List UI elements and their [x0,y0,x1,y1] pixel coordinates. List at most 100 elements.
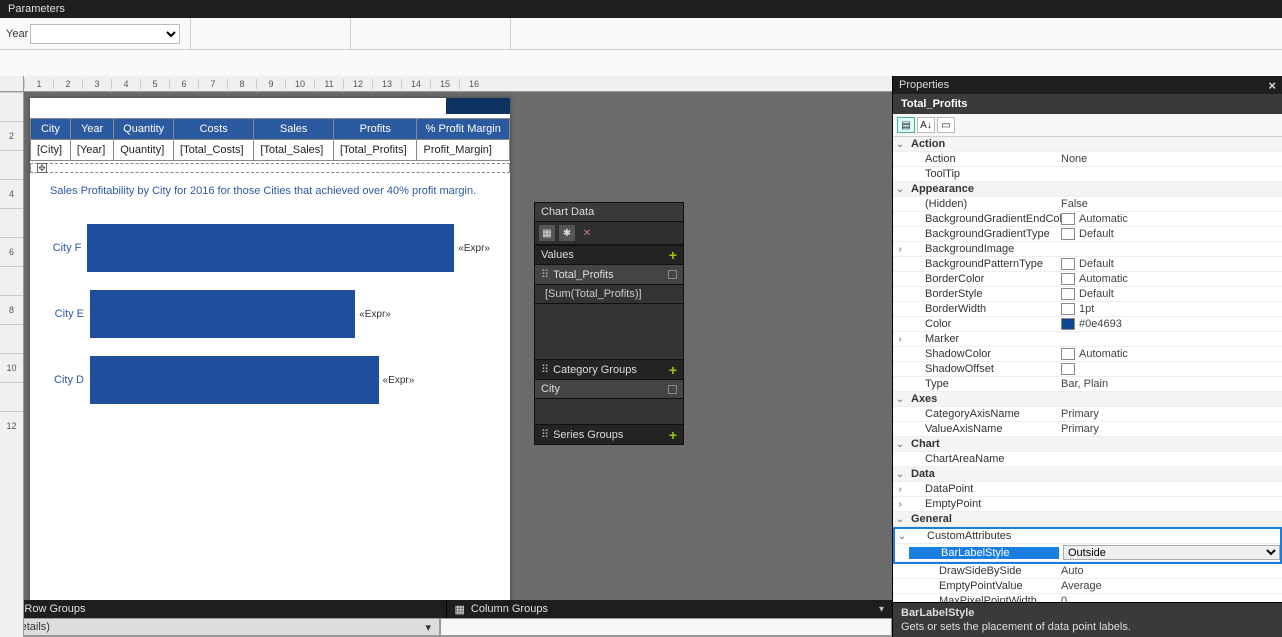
chart-bar[interactable] [90,356,379,404]
row-group-details[interactable]: (Details) ▾ [0,618,440,636]
add-category-icon[interactable]: + [669,365,677,375]
property-value[interactable]: Automatic [1057,213,1282,225]
move-grip-icon[interactable]: ✥ [37,163,47,173]
alphabetical-view-icon[interactable]: A↓ [917,117,935,133]
property-row[interactable]: ChartAreaName [893,452,1282,467]
chart-bar[interactable] [87,224,454,272]
property-value[interactable]: Default [1057,258,1282,270]
chart-data-delete-icon[interactable]: ✕ [579,225,595,241]
property-value[interactable]: Primary [1057,408,1282,420]
property-row[interactable]: EmptyPointValueAverage [893,579,1282,594]
property-value[interactable]: Auto [1057,565,1282,577]
add-series-icon[interactable]: + [669,430,677,440]
chart-data-gear-icon[interactable]: ✱ [559,225,575,241]
column-header[interactable]: Sales [254,119,334,140]
property-value[interactable]: Automatic [1057,273,1282,285]
column-header[interactable]: Costs [174,119,254,140]
property-row[interactable]: ValueAxisNamePrimary [893,422,1282,437]
categorized-view-icon[interactable]: ▤ [897,117,915,133]
bar-chart[interactable]: City F«Expr»City E«Expr»City D«Expr» [30,203,510,437]
report-body[interactable]: CityYearQuantityCostsSalesProfits% Profi… [30,98,510,637]
property-row[interactable]: MaxPixelPointWidth0 [893,594,1282,602]
column-header[interactable]: % Profit Margin [417,119,510,140]
expand-icon[interactable]: › [893,484,907,495]
collapse-icon[interactable]: ⌄ [893,184,907,195]
property-category[interactable]: ⌄Chart [893,437,1282,452]
property-row[interactable]: BorderStyleDefault [893,287,1282,302]
property-category[interactable]: ⌄Data [893,467,1282,482]
tablix-resize-handle[interactable]: ✥ [30,163,510,173]
collapse-icon[interactable]: ⌄ [893,139,907,150]
property-value[interactable]: 0 [1057,595,1282,602]
chart-bar-row[interactable]: City E«Expr» [90,285,490,343]
property-row[interactable]: BackgroundPatternTypeDefault [893,257,1282,272]
property-row[interactable]: ›DataPoint [893,482,1282,497]
column-header[interactable]: Year [70,119,113,140]
property-row[interactable]: ToolTip [893,167,1282,182]
collapse-icon[interactable]: ⌄ [893,469,907,480]
table-cell[interactable]: Quantity] [114,140,174,161]
property-row[interactable]: ›EmptyPoint [893,497,1282,512]
property-row[interactable]: ActionNone [893,152,1282,167]
chart-bar[interactable] [90,290,355,338]
property-category[interactable]: ⌄General [893,512,1282,527]
expand-icon[interactable]: › [893,334,907,345]
table-cell[interactable]: [City] [31,140,71,161]
property-value[interactable]: None [1057,153,1282,165]
chevron-down-icon[interactable]: ▾ [879,604,884,615]
table-cell[interactable]: [Total_Costs] [174,140,254,161]
tablix[interactable]: CityYearQuantityCostsSalesProfits% Profi… [30,118,510,161]
property-category[interactable]: ⌄Action [893,137,1282,152]
property-row[interactable]: CategoryAxisNamePrimary [893,407,1282,422]
property-row[interactable]: BackgroundGradientTypeDefault [893,227,1282,242]
property-pages-icon[interactable]: ▭ [937,117,955,133]
dropdown-icon[interactable] [668,385,677,394]
property-row[interactable]: BackgroundGradientEndColorAutomatic [893,212,1282,227]
property-value-select[interactable]: Outside [1063,545,1280,560]
chart-bar-row[interactable]: City D«Expr» [90,351,490,409]
property-row[interactable]: ShadowOffset [893,362,1282,377]
dropdown-icon[interactable] [668,270,677,279]
property-value[interactable]: False [1057,198,1282,210]
property-value[interactable]: 1pt [1057,303,1282,315]
property-row[interactable]: BorderWidth1pt [893,302,1282,317]
column-header[interactable]: Quantity [114,119,174,140]
property-value[interactable]: Automatic [1057,348,1282,360]
collapse-icon[interactable]: ⌄ [893,394,907,405]
property-row[interactable]: ⌄CustomAttributes [895,529,1280,544]
property-row[interactable]: DrawSideBySideAuto [893,564,1282,579]
property-value[interactable]: #0e4693 [1057,318,1282,330]
property-value[interactable]: Outside [1059,545,1280,560]
values-empty-area[interactable] [535,303,683,359]
collapse-icon[interactable]: ⌄ [895,531,909,542]
values-item[interactable]: Total_Profits [535,264,683,284]
property-category[interactable]: ⌄Appearance [893,182,1282,197]
property-grid[interactable]: ⌄ActionActionNoneToolTip⌄Appearance(Hidd… [893,137,1282,602]
close-icon[interactable]: × [1268,78,1276,93]
property-row[interactable]: ShadowColorAutomatic [893,347,1282,362]
property-row[interactable]: ›Marker [893,332,1282,347]
category-group-item[interactable]: City [535,379,683,398]
design-surface[interactable]: 12345678910111213141516 24681012 CityYea… [0,76,892,637]
table-cell[interactable]: [Total_Sales] [254,140,334,161]
expand-icon[interactable]: › [893,244,907,255]
property-row[interactable]: BarLabelStyleOutside [895,544,1280,562]
property-row[interactable]: ›BackgroundImage [893,242,1282,257]
property-value[interactable]: Primary [1057,423,1282,435]
property-value[interactable] [1057,363,1282,375]
collapse-icon[interactable]: ⌄ [893,514,907,525]
property-value[interactable]: Default [1057,288,1282,300]
property-row[interactable]: BorderColorAutomatic [893,272,1282,287]
chart-data-panel[interactable]: Chart Data ▦ ✱ ✕ Values + Total_Profits … [534,202,684,445]
property-row[interactable]: TypeBar, Plain [893,377,1282,392]
table-cell[interactable]: Profit_Margin] [417,140,510,161]
category-empty-area[interactable] [535,398,683,424]
chart-data-grid-icon[interactable]: ▦ [539,225,555,241]
property-value[interactable]: Average [1057,580,1282,592]
property-value[interactable]: Bar, Plain [1057,378,1282,390]
column-header[interactable]: City [31,119,71,140]
chevron-down-icon[interactable]: ▾ [425,621,431,634]
property-row[interactable]: Color#0e4693 [893,317,1282,332]
property-value[interactable]: Default [1057,228,1282,240]
column-group-empty[interactable] [440,618,892,636]
